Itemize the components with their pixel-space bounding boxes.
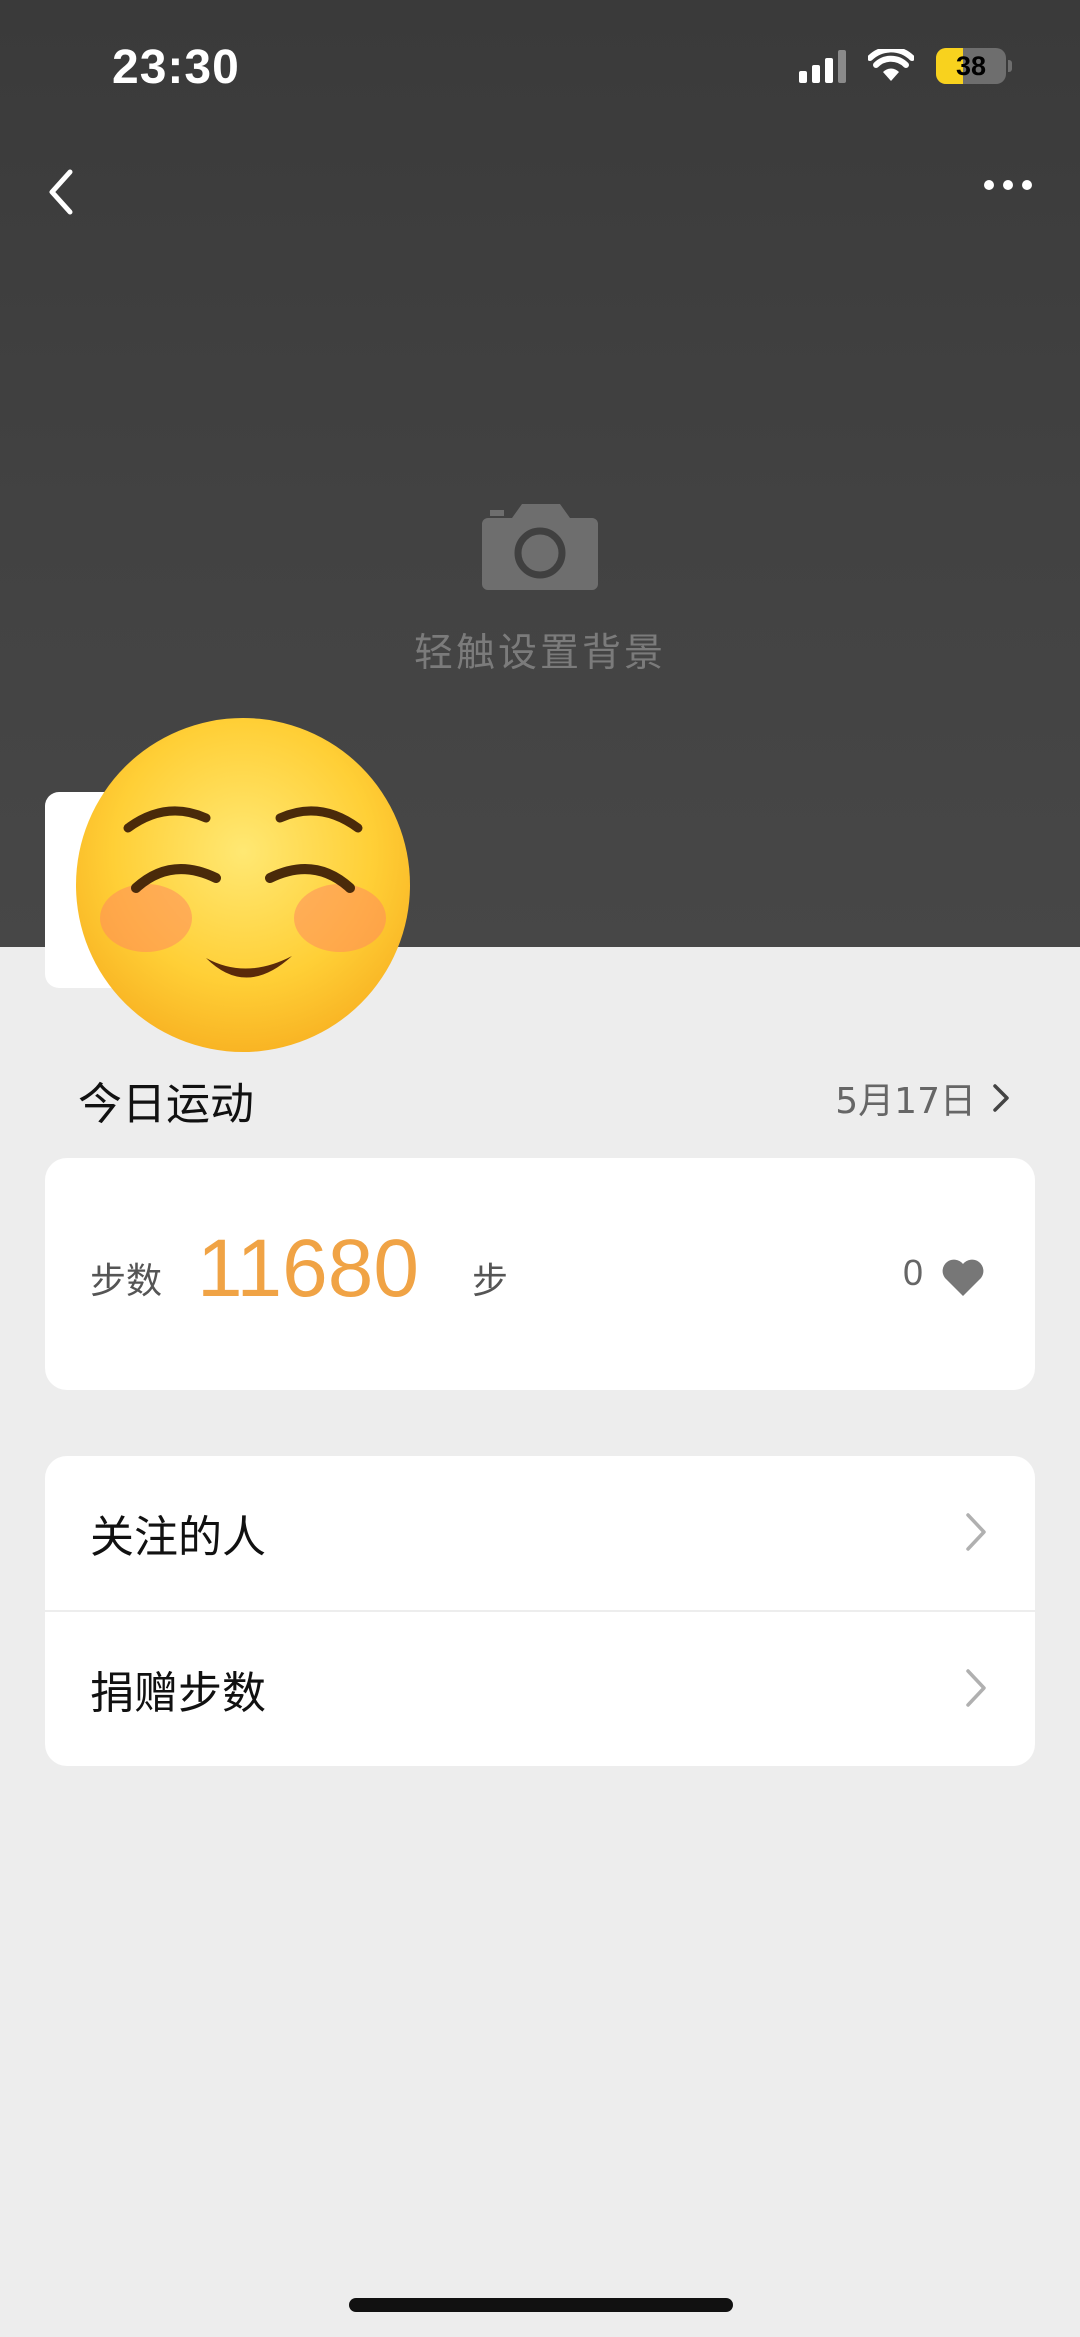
steps-card[interactable]: 步数 11680 步 0 bbox=[45, 1158, 1035, 1390]
battery-tip bbox=[1008, 60, 1012, 72]
menu-item-label: 捐赠步数 bbox=[90, 1668, 266, 1719]
home-indicator[interactable] bbox=[349, 2298, 733, 2312]
date-selector[interactable]: 5月17日 bbox=[835, 1072, 1010, 1124]
more-options-icon[interactable] bbox=[984, 180, 1032, 190]
status-time: 23:30 bbox=[112, 41, 240, 94]
menu-item-donate-steps[interactable]: 捐赠步数 bbox=[45, 1610, 1035, 1766]
steps-label: 步数 bbox=[90, 1261, 163, 1302]
chevron-right-icon bbox=[993, 1084, 1009, 1112]
back-arrow-icon[interactable] bbox=[38, 162, 88, 222]
steps-unit: 步 bbox=[472, 1261, 509, 1302]
avatar[interactable] bbox=[76, 718, 410, 1052]
heart-icon[interactable] bbox=[939, 1256, 987, 1298]
chevron-right-icon bbox=[966, 1669, 986, 1707]
chevron-right-icon bbox=[966, 1513, 986, 1551]
menu-item-following[interactable]: 关注的人 bbox=[45, 1456, 1035, 1610]
menu-item-label: 关注的人 bbox=[90, 1512, 266, 1563]
set-background-prompt[interactable]: 轻触设置背景 bbox=[0, 500, 1080, 678]
today-activity-title: 今日运动 bbox=[78, 1079, 254, 1130]
likes-count: 0 bbox=[902, 1252, 923, 1293]
wifi-icon bbox=[868, 49, 914, 81]
date-label: 5月17日 bbox=[835, 1081, 976, 1122]
menu-card: 关注的人 捐赠步数 bbox=[45, 1456, 1035, 1766]
smiling-face-icon bbox=[100, 806, 386, 978]
set-background-label: 轻触设置背景 bbox=[413, 631, 666, 676]
camera-icon bbox=[482, 504, 598, 590]
status-icons: 38 bbox=[799, 48, 1012, 84]
cellular-signal-icon bbox=[799, 49, 846, 83]
battery-level: 38 bbox=[955, 51, 987, 81]
battery-icon: 38 bbox=[936, 48, 1006, 84]
steps-value: 11680 bbox=[197, 1223, 419, 1314]
